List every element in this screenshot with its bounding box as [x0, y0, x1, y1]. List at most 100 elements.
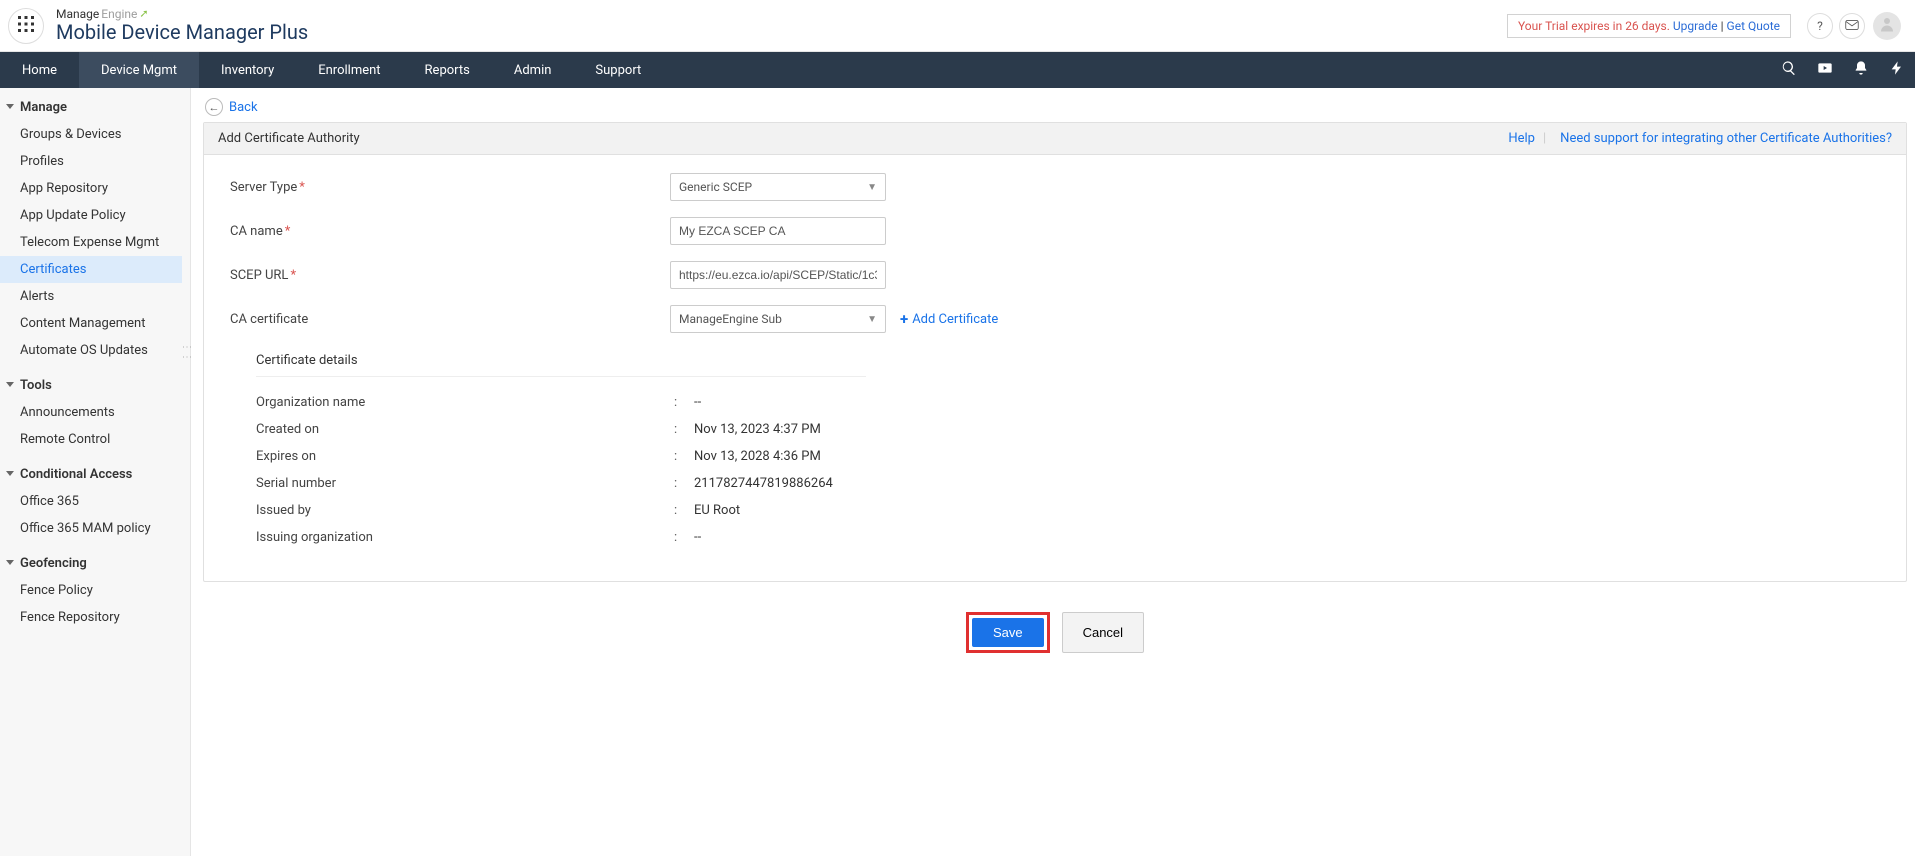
nav-inventory[interactable]: Inventory: [199, 52, 296, 88]
apps-grid-icon: [17, 15, 35, 37]
chevron-down-icon: ▼: [867, 182, 877, 193]
sidebar-item-label: Content Management: [20, 316, 145, 331]
sidebar-item-remote-control[interactable]: Remote Control: [0, 426, 190, 453]
input-scep-url[interactable]: [670, 261, 886, 289]
cert-label: Serial number: [256, 476, 674, 491]
sidebar-item-fence-policy[interactable]: Fence Policy: [0, 577, 190, 604]
nav-quickaction-button[interactable]: [1879, 52, 1915, 88]
add-certificate-label: Add Certificate: [912, 312, 998, 327]
cert-row: Serial number : 2117827447819886264: [256, 470, 1880, 497]
input-ca-name[interactable]: [670, 217, 886, 245]
back-row: ← Back: [203, 94, 1907, 122]
label-ca-name: CA name*: [230, 224, 670, 239]
sidebar-item-app-update-policy[interactable]: App Update Policy: [0, 202, 190, 229]
sidebar-item-content-mgmt[interactable]: Content Management: [0, 310, 190, 337]
question-icon: ?: [1817, 19, 1823, 33]
save-button[interactable]: Save: [972, 618, 1044, 647]
nav-label: Inventory: [221, 63, 274, 78]
sidebar-section-manage[interactable]: Manage: [0, 94, 190, 121]
nav-search-button[interactable]: [1771, 52, 1807, 88]
sidebar-item-alerts[interactable]: Alerts: [0, 283, 190, 310]
sidebar-item-automate-os[interactable]: Automate OS Updates: [0, 337, 190, 364]
help-button[interactable]: ?: [1807, 13, 1833, 39]
mail-button[interactable]: [1839, 13, 1865, 39]
required-marker: *: [290, 268, 296, 283]
panel-add-ca: Add Certificate Authority Help | Need su…: [203, 122, 1907, 582]
nav-home[interactable]: Home: [0, 52, 79, 88]
panel-support-link[interactable]: Need support for integrating other Certi…: [1560, 131, 1892, 146]
row-ca-certificate: CA certificate ManageEngine Sub ▼ + Add …: [230, 305, 1880, 333]
label-ca-certificate: CA certificate: [230, 312, 670, 327]
lightning-icon: [1889, 60, 1905, 80]
nav-admin[interactable]: Admin: [492, 52, 574, 88]
cert-label: Issuing organization: [256, 530, 674, 545]
content-area: ← Back Add Certificate Authority Help | …: [191, 88, 1915, 856]
sidebar-section-tools[interactable]: Tools: [0, 372, 190, 399]
sidebar-item-label: Profiles: [20, 154, 64, 169]
cert-value: 2117827447819886264: [694, 476, 833, 491]
nav-device-mgmt[interactable]: Device Mgmt: [79, 52, 199, 88]
cert-colon: :: [674, 422, 694, 437]
bell-icon: [1853, 60, 1869, 80]
nav-support[interactable]: Support: [573, 52, 663, 88]
user-avatar[interactable]: [1873, 12, 1901, 40]
chevron-down-icon: ▼: [867, 314, 877, 325]
app-launcher-button[interactable]: [8, 8, 44, 44]
sidebar-item-label: Certificates: [20, 262, 86, 277]
sidebar-item-profiles[interactable]: Profiles: [0, 148, 190, 175]
back-link[interactable]: Back: [229, 100, 258, 115]
brand-title: Mobile Device Manager Plus: [56, 21, 308, 43]
cancel-button[interactable]: Cancel: [1062, 612, 1144, 653]
cert-row: Issued by : EU Root: [256, 497, 1880, 524]
cert-value: EU Root: [694, 503, 740, 518]
sidebar-item-label: Telecom Expense Mgmt: [20, 235, 159, 250]
sidebar-item-office365-mam[interactable]: Office 365 MAM policy: [0, 515, 190, 542]
sidebar-item-groups-devices[interactable]: Groups & Devices: [0, 121, 190, 148]
nav-enrollment[interactable]: Enrollment: [296, 52, 402, 88]
select-ca-certificate[interactable]: ManageEngine Sub ▼: [670, 305, 886, 333]
nav-label: Device Mgmt: [101, 63, 177, 78]
cert-row: Issuing organization : --: [256, 524, 1880, 551]
back-button[interactable]: ←: [205, 98, 223, 116]
brand-block: ManageEngine➚ Mobile Device Manager Plus: [56, 8, 308, 43]
sidebar-item-certificates[interactable]: Certificates: [0, 256, 182, 283]
nav-notification-button[interactable]: [1843, 52, 1879, 88]
sidebar-item-announcements[interactable]: Announcements: [0, 399, 190, 426]
upgrade-link[interactable]: Upgrade: [1673, 19, 1718, 33]
sidebar-item-label: Groups & Devices: [20, 127, 121, 142]
get-quote-link[interactable]: Get Quote: [1727, 19, 1780, 33]
select-server-type[interactable]: Generic SCEP ▼: [670, 173, 886, 201]
sidebar-section-label: Conditional Access: [20, 467, 132, 482]
sidebar-item-telecom-expense[interactable]: Telecom Expense Mgmt: [0, 229, 190, 256]
app-header: ManageEngine➚ Mobile Device Manager Plus…: [0, 0, 1915, 52]
sidebar-item-label: App Update Policy: [20, 208, 126, 223]
row-scep-url: SCEP URL*: [230, 261, 1880, 289]
cert-colon: :: [674, 503, 694, 518]
panel-help-link[interactable]: Help: [1508, 131, 1535, 146]
sidebar-resize-handle[interactable]: ⋮⋮: [181, 342, 192, 362]
nav-label: Reports: [425, 63, 470, 78]
sidebar-section-conditional-access[interactable]: Conditional Access: [0, 461, 190, 488]
cert-row: Organization name : --: [256, 389, 1880, 416]
brand-swirl-icon: ➚: [139, 8, 148, 20]
sidebar-item-label: Office 365: [20, 494, 79, 509]
mail-icon: [1845, 19, 1859, 33]
cancel-label: Cancel: [1083, 625, 1123, 640]
cert-label: Created on: [256, 422, 674, 437]
sidebar-section-label: Tools: [20, 378, 52, 393]
sidebar-item-office365[interactable]: Office 365: [0, 488, 190, 515]
cert-colon: :: [674, 449, 694, 464]
nav-reports[interactable]: Reports: [403, 52, 492, 88]
save-button-highlight: Save: [966, 612, 1050, 653]
sidebar-section-label: Manage: [20, 100, 67, 115]
add-certificate-link[interactable]: + Add Certificate: [900, 310, 998, 328]
sidebar-item-fence-repository[interactable]: Fence Repository: [0, 604, 190, 631]
nav-video-button[interactable]: [1807, 52, 1843, 88]
nav-label: Support: [595, 63, 641, 78]
trial-expire-text: Your Trial expires in 26 days.: [1518, 19, 1670, 33]
search-icon: [1781, 60, 1797, 80]
row-server-type: Server Type* Generic SCEP ▼: [230, 173, 1880, 201]
sidebar-item-app-repository[interactable]: App Repository: [0, 175, 190, 202]
sidebar-section-geofencing[interactable]: Geofencing: [0, 550, 190, 577]
panel-link-divider: |: [1543, 131, 1546, 146]
